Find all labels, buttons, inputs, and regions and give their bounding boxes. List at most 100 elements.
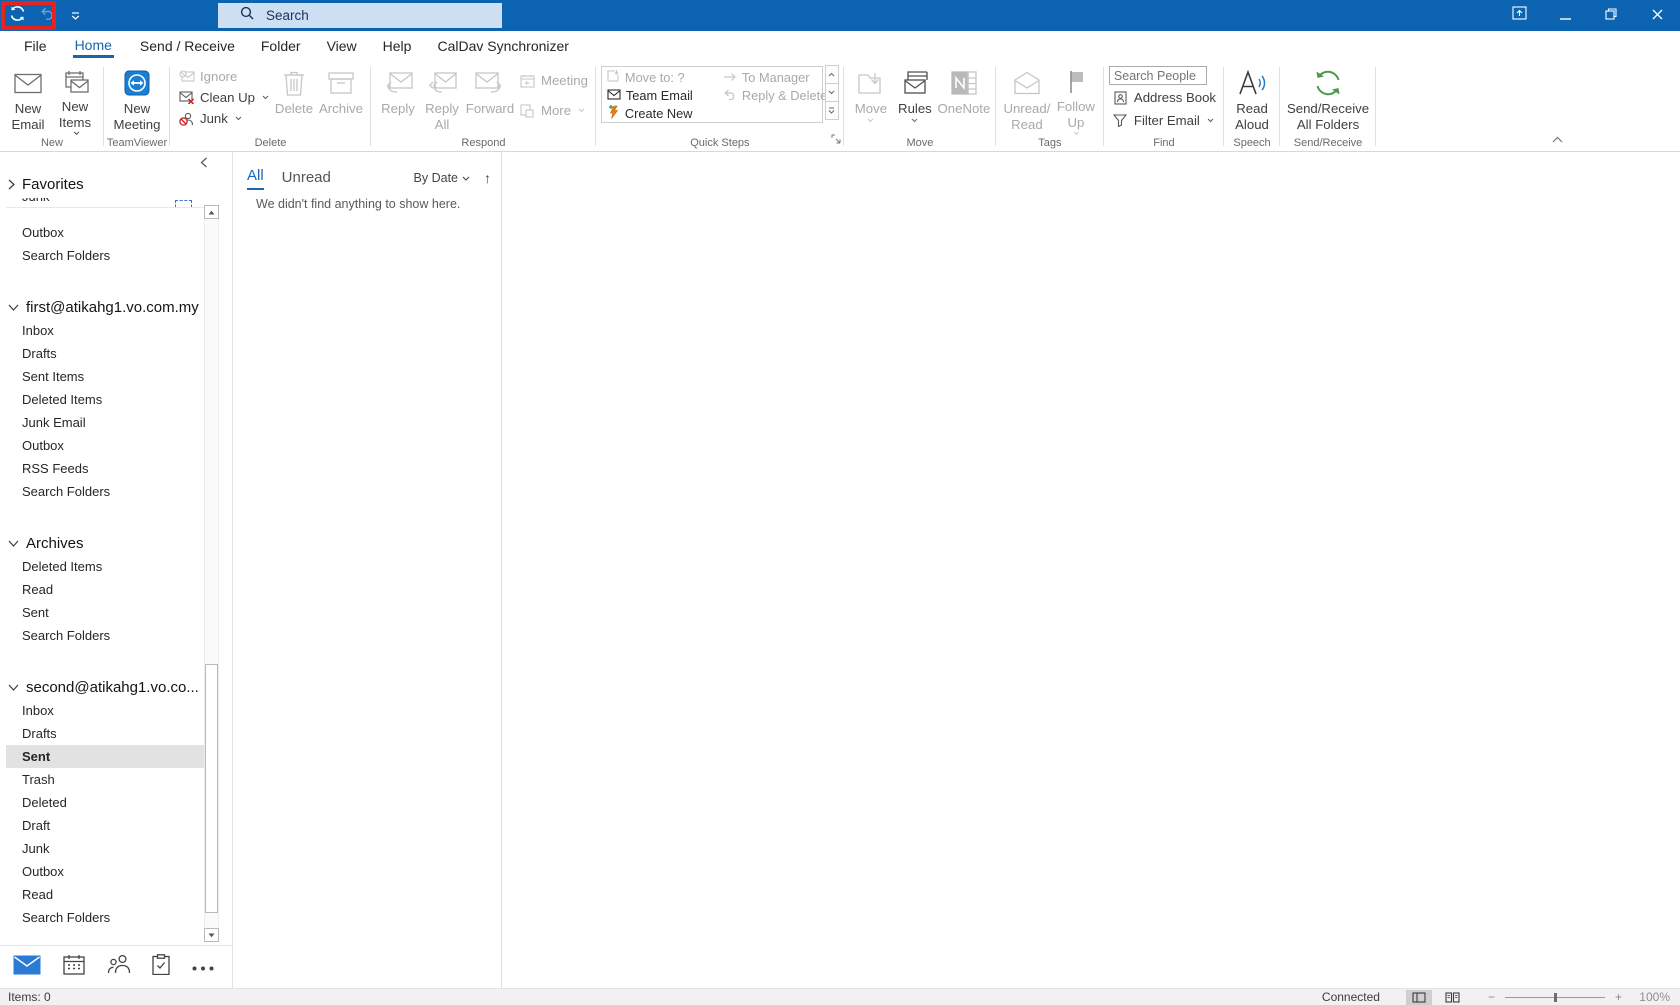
search-bar[interactable] (218, 3, 502, 28)
zoom-slider[interactable] (1504, 992, 1605, 1002)
unread-read-button[interactable]: Unread/ Read (1001, 62, 1053, 136)
undo-quick-button[interactable] (34, 0, 60, 31)
nav-more-button[interactable] (192, 958, 214, 976)
scroll-down-button[interactable] (204, 928, 219, 942)
folder-item[interactable]: Search Folders (6, 624, 208, 647)
folder-item[interactable]: Search Folders (6, 480, 208, 503)
reading-view-button[interactable] (1440, 990, 1466, 1005)
search-people-input[interactable] (1108, 66, 1207, 85)
more-respond-button[interactable]: More (516, 100, 591, 121)
filter-email-button[interactable]: Filter Email (1109, 110, 1219, 131)
reply-all-button[interactable]: Reply All (420, 62, 464, 136)
archive-button[interactable]: Archive (316, 62, 366, 136)
quick-steps-scroll-up[interactable] (824, 65, 839, 84)
folder-item[interactable]: Search Folders (6, 906, 208, 929)
folder-pane-scrollbar[interactable] (204, 205, 219, 942)
filter-all-tab[interactable]: All (247, 167, 264, 190)
folder-item[interactable]: Inbox (6, 699, 208, 722)
folder-item[interactable]: Outbox (6, 434, 208, 457)
new-email-button[interactable]: New Email (5, 62, 51, 136)
quick-step-create-new[interactable]: Create New (604, 104, 720, 122)
folder-item[interactable]: Outbox (6, 860, 208, 883)
account-header-first[interactable]: first@atikahg1.vo.com.my (0, 295, 206, 319)
folder-item[interactable]: Sent Items (6, 365, 208, 388)
quick-step-move-to[interactable]: Move to: ? (604, 68, 720, 86)
forward-button[interactable]: Forward (464, 62, 516, 136)
nav-people-button[interactable] (107, 954, 131, 980)
folder-item[interactable]: Search Folders (6, 244, 208, 267)
quick-step-to-manager[interactable]: To Manager (720, 68, 822, 86)
new-meeting-button[interactable]: New Meeting (109, 62, 165, 136)
new-items-button[interactable]: New Items (51, 62, 99, 136)
folder-item[interactable]: Deleted Items (6, 555, 208, 578)
close-icon (1652, 7, 1663, 25)
folder-item[interactable]: Deleted (6, 791, 208, 814)
tab-file[interactable]: File (11, 31, 60, 60)
normal-view-button[interactable] (1405, 989, 1432, 1005)
folder-item[interactable]: Junk (6, 837, 208, 860)
zoom-in-button[interactable]: + (1615, 990, 1622, 1004)
clean-up-button[interactable]: Clean Up (175, 87, 272, 108)
tab-view[interactable]: View (314, 31, 370, 60)
nav-calendar-button[interactable] (63, 954, 85, 980)
move-button[interactable]: Move (849, 62, 893, 136)
filter-unread-tab[interactable]: Unread (282, 169, 331, 190)
tab-folder[interactable]: Folder (248, 31, 314, 60)
tab-caldav-synchronizer[interactable]: CalDav Synchronizer (424, 31, 582, 60)
folder-item[interactable]: Draft (6, 814, 208, 837)
nav-tasks-button[interactable] (152, 954, 170, 980)
folder-item[interactable]: Junk Email (6, 411, 208, 434)
folder-item[interactable]: Read (6, 883, 208, 906)
folder-item[interactable]: Drafts (6, 722, 208, 745)
customize-quick-access-button[interactable] (60, 0, 90, 31)
tab-home[interactable]: Home (60, 31, 127, 60)
nav-mail-button[interactable] (13, 955, 41, 980)
address-book-button[interactable]: Address Book (1109, 87, 1219, 108)
scrollbar-thumb[interactable] (205, 664, 218, 913)
folder-item[interactable]: Inbox (6, 319, 208, 342)
zoom-out-button[interactable]: − (1488, 990, 1495, 1004)
sync-arrows-icon (8, 5, 27, 27)
account-header-archives[interactable]: Archives (0, 531, 206, 555)
ignore-button[interactable]: Ignore (175, 66, 272, 87)
delete-button[interactable]: Delete (272, 62, 316, 136)
meeting-button[interactable]: Meeting (516, 70, 591, 91)
folder-item[interactable]: Sent (6, 601, 208, 624)
folder-item[interactable]: Read (6, 578, 208, 601)
zoom-slider-thumb[interactable] (1553, 992, 1557, 1002)
quick-step-team-email[interactable]: Team Email (604, 86, 720, 104)
tab-help[interactable]: Help (370, 31, 425, 60)
quick-steps-scroll-down[interactable] (824, 83, 839, 102)
sort-direction-button[interactable]: ↑ (484, 170, 491, 190)
quick-steps-more-button[interactable] (824, 101, 839, 120)
read-aloud-button[interactable]: Read Aloud (1229, 62, 1275, 136)
reply-button[interactable]: Reply (376, 62, 420, 136)
folder-item[interactable]: Sent (6, 745, 208, 768)
send-receive-quick-button[interactable] (0, 0, 34, 31)
rules-button[interactable]: Rules (893, 62, 937, 136)
onenote-button[interactable]: OneNote (937, 62, 991, 136)
minimize-button[interactable] (1542, 0, 1588, 31)
scroll-up-button[interactable] (204, 205, 219, 219)
restore-button[interactable] (1588, 0, 1634, 31)
account-header-second[interactable]: second@atikahg1.vo.co... (0, 675, 206, 699)
tab-send-receive[interactable]: Send / Receive (127, 31, 248, 60)
zoom-level[interactable]: 100% (1636, 990, 1670, 1004)
sort-by-dropdown[interactable]: By Date (414, 171, 470, 190)
search-input[interactable] (266, 8, 456, 23)
folder-item[interactable]: Deleted Items (6, 388, 208, 411)
favorites-header[interactable]: Favorites (0, 172, 206, 196)
follow-up-button[interactable]: Follow Up (1053, 62, 1099, 136)
collapse-ribbon-button[interactable] (1552, 130, 1563, 148)
ribbon-display-options-button[interactable] (1496, 0, 1542, 31)
folder-item[interactable]: Drafts (6, 342, 208, 365)
quick-steps-dialog-launcher[interactable] (831, 131, 841, 149)
folder-item[interactable]: Trash (6, 768, 208, 791)
clipped-favorite-item[interactable]: Junk (0, 198, 206, 207)
folder-item[interactable]: RSS Feeds (6, 457, 208, 480)
quick-step-reply-delete[interactable]: Reply & Delete (720, 86, 827, 104)
folder-item[interactable]: Outbox (6, 221, 208, 244)
close-button[interactable] (1634, 0, 1680, 31)
send-receive-all-folders-button[interactable]: Send/Receive All Folders (1285, 62, 1371, 136)
junk-button[interactable]: Junk (175, 108, 272, 129)
